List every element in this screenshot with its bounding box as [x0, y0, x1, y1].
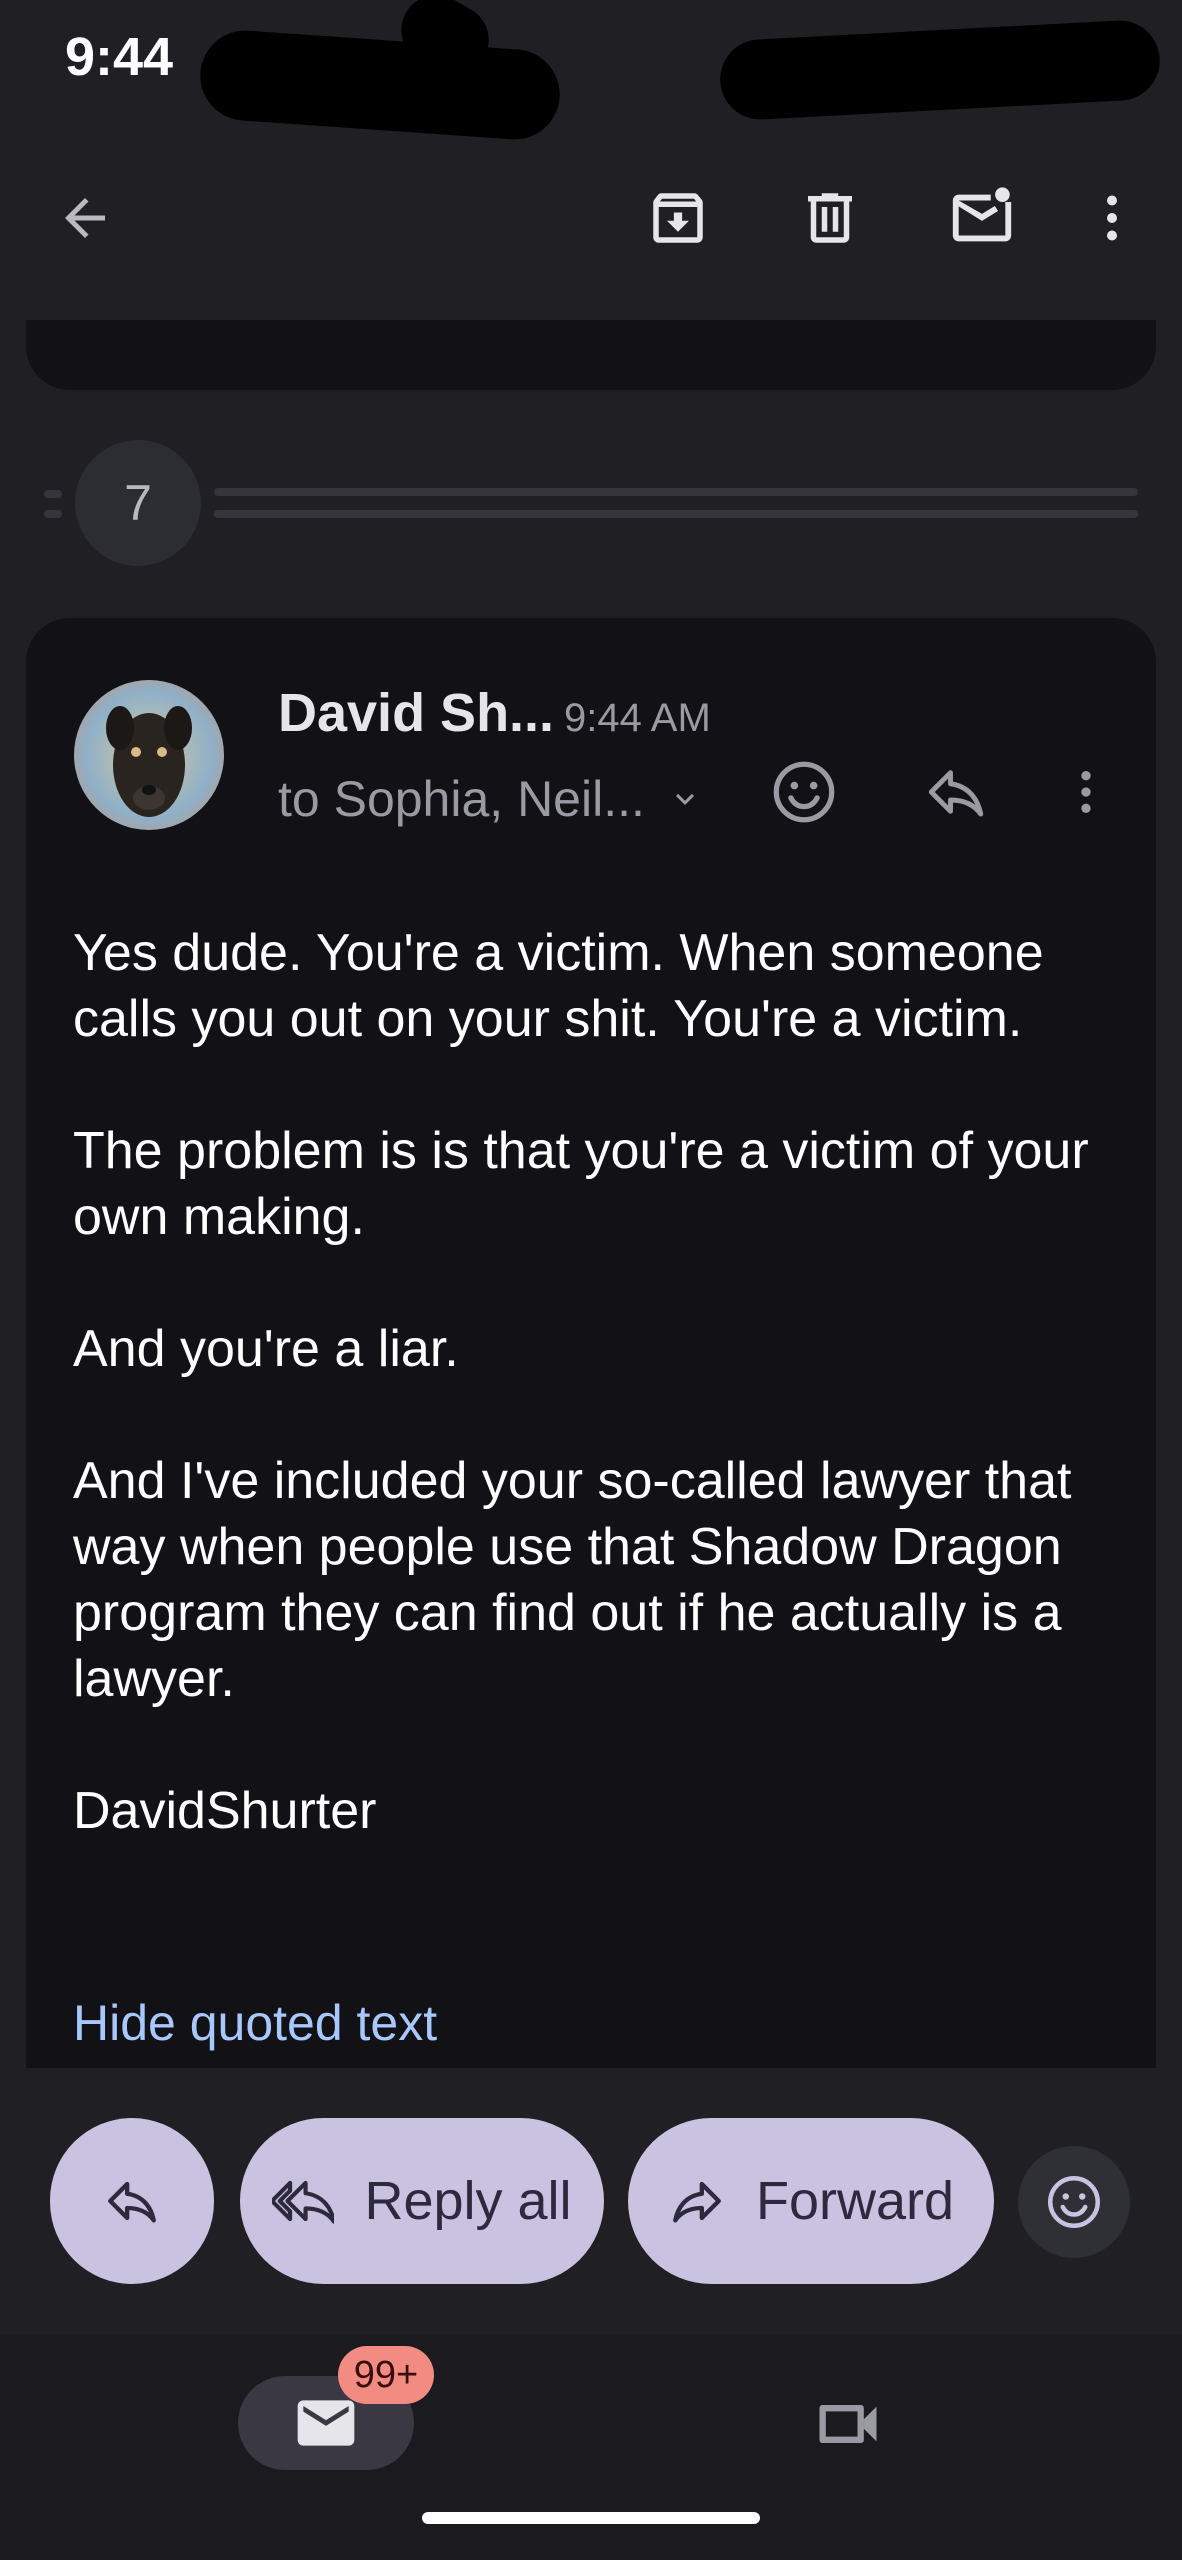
- mail-icon: [297, 2400, 355, 2446]
- forward-label: Forward: [755, 2171, 955, 2231]
- unread-count-badge: 99+: [338, 2346, 434, 2404]
- status-time: 9:44: [65, 27, 174, 87]
- more-options-button[interactable]: [1062, 168, 1162, 268]
- redaction-mark: [197, 27, 563, 143]
- body-paragraph: Yes dude. You're a victim. When someone …: [73, 924, 1044, 1048]
- mark-unread-button[interactable]: [932, 168, 1032, 268]
- delete-button[interactable]: [780, 168, 880, 268]
- bottom-navigation: 99+: [0, 2334, 1182, 2560]
- home-indicator[interactable]: [422, 2512, 760, 2524]
- mark-unread-icon: [952, 187, 1012, 242]
- reply-pill-button[interactable]: [50, 2118, 214, 2284]
- emoji-icon: [1048, 2176, 1100, 2228]
- body-paragraph: The problem is is that you're a victim o…: [73, 1122, 1089, 1246]
- collapsed-line: [214, 488, 1138, 496]
- archive-icon: [653, 193, 703, 243]
- reply-all-icon: [272, 2180, 335, 2224]
- top-app-bar: [0, 150, 1182, 290]
- message-actions: Reply all Forward: [0, 2118, 1182, 2284]
- nav-meet-tab[interactable]: [810, 2386, 886, 2467]
- more-vert-icon: [1107, 195, 1117, 241]
- reply-icon: [108, 2181, 156, 2223]
- collapsed-messages-row[interactable]: 7: [0, 440, 1182, 570]
- status-bar: 9:44: [0, 0, 1182, 143]
- more-vert-icon: [1081, 771, 1091, 813]
- collapsed-count-badge[interactable]: 7: [75, 440, 201, 566]
- message-more-button[interactable]: [1036, 742, 1136, 842]
- delete-icon: [808, 193, 852, 243]
- react-emoji-button[interactable]: [1018, 2146, 1130, 2258]
- add-reaction-button[interactable]: [754, 742, 854, 842]
- recipients-toggle[interactable]: to Sophia, Neil...: [278, 770, 703, 828]
- recipients-text: to Sophia, Neil...: [278, 771, 645, 827]
- previous-message-card[interactable]: [26, 320, 1156, 390]
- reply-icon: [928, 770, 984, 817]
- forward-button[interactable]: Forward: [628, 2118, 994, 2284]
- body-paragraph: And I've included your so-called lawyer …: [73, 1452, 1072, 1708]
- collapsed-line: [44, 490, 62, 498]
- hide-quoted-text-link[interactable]: Hide quoted text: [73, 1994, 437, 2052]
- body-signature: DavidShurter: [73, 1782, 377, 1840]
- forward-icon: [673, 2181, 721, 2223]
- emoji-icon: [773, 761, 835, 823]
- chevron-down-icon: [675, 793, 694, 805]
- reply-button[interactable]: [906, 742, 1006, 842]
- videocam-icon: [819, 2405, 877, 2443]
- archive-button[interactable]: [628, 168, 728, 268]
- reply-all-button[interactable]: Reply all: [240, 2118, 604, 2284]
- reply-all-label: Reply all: [364, 2171, 572, 2231]
- arrow-back-icon: [65, 198, 105, 238]
- message-time: 9:44 AM: [564, 696, 711, 740]
- collapsed-line: [44, 510, 62, 518]
- avatar[interactable]: [74, 680, 224, 830]
- body-paragraph: And you're a liar.: [73, 1320, 459, 1378]
- redaction-mark: [718, 18, 1162, 122]
- message-card: David Sh... 9:44 AM to Sophia, Neil... Y…: [26, 618, 1156, 2068]
- collapsed-line: [214, 510, 1138, 518]
- sender-name[interactable]: David Sh...: [278, 682, 554, 744]
- message-body: Yes dude. You're a victim. When someone …: [73, 920, 1133, 1910]
- back-button[interactable]: [35, 168, 135, 268]
